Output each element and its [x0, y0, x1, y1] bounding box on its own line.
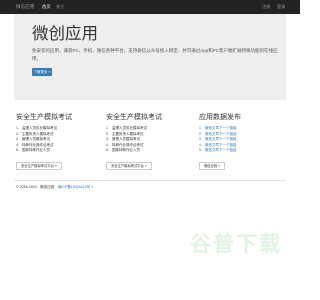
exam-list: 1. 监理人员执业模拟考试 2. 主要负责人模拟考试 3. 管理人员模拟考试 4. 特种… — [106, 126, 190, 154]
footer-beian-link[interactable]: 闽ICP备16020415号-1 — [58, 185, 94, 189]
footer: © 2016-2024 · 微信应用 · 闽ICP备16020415号-1 — [16, 184, 94, 190]
column-title: 安全生产模拟考试 — [16, 114, 72, 121]
exam-list: 1. 监理人员执业模拟考试 2. 主要负责人模拟考试 3. 管理人员模拟考试 4. 特种… — [16, 126, 100, 154]
watermark-text: 谷普下载 — [190, 232, 282, 256]
exam-platform-button[interactable]: 安全生产模拟考试平台 » — [16, 161, 62, 170]
column-title: 应用数据发布 — [199, 114, 241, 121]
link-list: 1. 微信文章下一个链接 2. 微信文章下一个链接 3. 微信文章下一个链接 4. 微信… — [199, 126, 283, 154]
divider — [14, 180, 286, 181]
navbar-brand[interactable]: 微信应用 — [16, 3, 34, 11]
nav-link-home[interactable]: 首页 — [42, 3, 50, 11]
nav-link-register[interactable]: 注册 — [262, 3, 270, 11]
column-title: 安全生产模拟考试 — [106, 114, 162, 121]
list-item: 5. 国家特种作业人员 — [106, 148, 140, 153]
wechat-app-button[interactable]: 微信应用 » — [199, 161, 225, 170]
hero-title: 微创应用 — [32, 24, 98, 43]
hero-description: 免安装的应用，兼容PC、手机、微信各种平台，支持微信公众号接入绑定，并可通过Ap… — [32, 48, 278, 61]
nav-link-login[interactable]: 登录 — [277, 3, 285, 11]
learn-more-button[interactable]: 了解更多 » — [32, 68, 52, 76]
nav-link-about[interactable]: 关于 — [56, 3, 64, 11]
watermark-logo: 谷普下载 — [176, 232, 284, 257]
column-exam-1: 安全生产模拟考试 1. 监理人员执业模拟考试 2. 主要负责人模拟考试 3. 管理人员… — [16, 113, 100, 172]
list-item: 5. 国家特种作业人员 — [16, 148, 50, 153]
exam-platform-button[interactable]: 安全生产模拟考试平台 » — [106, 161, 152, 170]
footer-copyright: © 2016-2024 · 微信应用 · — [16, 185, 57, 189]
list-item[interactable]: 5. 微信文章下一个链接 — [199, 148, 283, 154]
column-exam-2: 安全生产模拟考试 1. 监理人员执业模拟考试 2. 主要负责人模拟考试 3. 管理人员… — [106, 113, 190, 172]
column-app-data: 应用数据发布 1. 微信文章下一个链接 2. 微信文章下一个链接 3. 微信文章下一个… — [199, 113, 283, 172]
top-navbar: 微信应用 首页 关于 注册 登录 — [0, 0, 300, 14]
